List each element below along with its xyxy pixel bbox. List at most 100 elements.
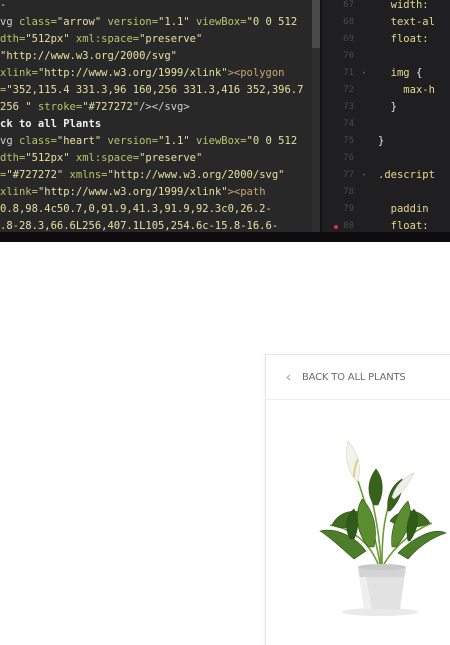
fold-arrow-icon[interactable]: ▾ (362, 65, 366, 82)
line-number-gutter: 67 68 69 70 71 ▾ 72 73 74 75 76 77 ▾ 78 79 80 (322, 0, 372, 232)
line-number-text: 73 (343, 102, 354, 112)
code-line: xlink="http://www.w3.org/1999/xlink"><po… (0, 65, 312, 82)
code-line: ="#727272" xmlns="http://www.w3.org/2000… (0, 167, 312, 184)
css-token: paddin (390, 203, 429, 215)
plant-image[interactable] (310, 419, 450, 619)
css-code-line: img { (378, 65, 450, 82)
code-token: xlink= (0, 67, 38, 79)
code-token: "http://www.w3.org/2000/svg" (0, 50, 178, 62)
css-code-line (378, 48, 450, 65)
line-number: 76 (322, 150, 372, 167)
css-code-line: } (378, 99, 450, 116)
code-line: dth="512px" xml:space="preserve" (0, 150, 312, 167)
code-token: "#727272" (82, 101, 140, 113)
code-token: ><polygon (227, 67, 285, 79)
code-token: class= (18, 16, 57, 28)
code-token: 256 " (0, 101, 38, 113)
code-line: dth="512px" xml:space="preserve" (0, 31, 312, 48)
code-line: ck to all Plants (0, 116, 312, 133)
editor-scrollbar[interactable] (312, 0, 320, 232)
line-number: 72 (322, 82, 372, 99)
html-code-lines: - vg class="arrow" version="1.1" viewBox=… (0, 0, 312, 232)
code-token: /></svg> (139, 101, 190, 113)
line-number: 69 (322, 31, 372, 48)
code-line: - (0, 0, 312, 14)
code-token: "arrow" (56, 16, 108, 28)
card-header: BACK TO ALL PLANTS (266, 355, 450, 400)
code-token: "0 0 512 (246, 16, 298, 28)
code-token: - (0, 0, 7, 11)
code-token: .8-28.3,66.6L256,407.1L105,254.6c-15.8-1… (0, 220, 279, 232)
css-token: } (378, 135, 385, 147)
line-number-text: 78 (343, 187, 354, 197)
code-token: "http://www.w3.org/1999/xlink" (37, 67, 228, 79)
css-token: float: (390, 220, 429, 232)
code-line: vg class="heart" version="1.1" viewBox="… (0, 133, 312, 150)
code-token: xlink= (0, 186, 38, 198)
css-code-line: .descript (378, 167, 450, 184)
code-token: dth= (0, 33, 26, 45)
css-token: .descript (378, 169, 435, 181)
error-marker-icon[interactable] (334, 225, 338, 229)
css-code-line: text-al (378, 14, 450, 31)
css-token: } (390, 101, 397, 113)
css-code-line: float: (378, 218, 450, 232)
line-number-text: 69 (343, 34, 354, 44)
code-token: version= (107, 16, 159, 28)
line-number-text: 70 (343, 51, 354, 61)
line-number-text: 75 (343, 136, 354, 146)
css-code-line (378, 116, 450, 133)
code-line: "http://www.w3.org/2000/svg" (0, 48, 312, 65)
code-line: xlink="http://www.w3.org/1999/xlink"><pa… (0, 184, 312, 201)
fold-arrow-icon[interactable]: ▾ (362, 167, 366, 184)
editor-pane-html[interactable]: - vg class="arrow" version="1.1" viewBox=… (0, 0, 320, 232)
css-token: img (390, 67, 416, 79)
line-number-text: 72 (343, 85, 354, 95)
code-token: "352,115.4 331.3,96 160,256 331.3,416 35… (6, 84, 304, 96)
code-token: viewBox= (196, 16, 247, 28)
line-number-text: 67 (343, 0, 354, 10)
line-number: 71 ▾ (322, 65, 372, 82)
code-token: viewBox= (196, 135, 247, 147)
code-token: xml:space= (75, 33, 140, 45)
css-code-line: width: (378, 0, 450, 14)
code-line: 0.8,98.4c50.7,0,91.9,41.3,91.9,92.3c0,26… (0, 201, 312, 218)
line-number-text: 74 (343, 119, 354, 129)
line-number: 79 (322, 201, 372, 218)
back-to-plants-link[interactable]: BACK TO ALL PLANTS (284, 372, 406, 383)
line-number: 75 (322, 133, 372, 150)
code-token: class= (18, 135, 57, 147)
css-code-line: max-h (378, 82, 450, 99)
line-number: 74 (322, 116, 372, 133)
line-number-text: 79 (343, 204, 354, 214)
code-token: "0 0 512 (246, 135, 298, 147)
css-code-line (378, 150, 450, 167)
css-code-line: } (378, 133, 450, 150)
css-code-line: paddin (378, 201, 450, 218)
line-number: 77 ▾ (322, 167, 372, 184)
code-token: "preserve" (139, 33, 203, 45)
code-token: xml:space= (75, 152, 140, 164)
code-token: "1.1" (158, 135, 196, 147)
css-token: text-al (390, 16, 435, 28)
line-number: 68 (322, 14, 372, 31)
line-number: 70 (322, 48, 372, 65)
code-token: xmlns= (69, 169, 108, 181)
code-token: ck to all Plants (0, 118, 102, 130)
line-number-text: 76 (343, 153, 354, 163)
code-token: vg (0, 135, 19, 147)
css-code-line (378, 184, 450, 201)
editor-pane-css[interactable]: 67 68 69 70 71 ▾ 72 73 74 75 76 77 ▾ 78 79 80 width: te… (322, 0, 450, 232)
line-number-text: 71 (343, 68, 354, 78)
code-token: "http://www.w3.org/2000/svg" (107, 169, 285, 181)
code-token: "preserve" (139, 152, 203, 164)
line-number: 78 (322, 184, 372, 201)
code-line: ="352,115.4 331.3,96 160,256 331.3,416 3… (0, 82, 312, 99)
css-code-line: float: (378, 31, 450, 48)
css-token: { (415, 67, 423, 79)
css-token: max-h (403, 84, 435, 96)
code-line: 256 " stroke="#727272"/></svg> (0, 99, 312, 116)
code-token: ><path (227, 186, 266, 198)
scrollbar-thumb[interactable] (312, 0, 320, 48)
code-line: vg class="arrow" version="1.1" viewBox="… (0, 14, 312, 31)
